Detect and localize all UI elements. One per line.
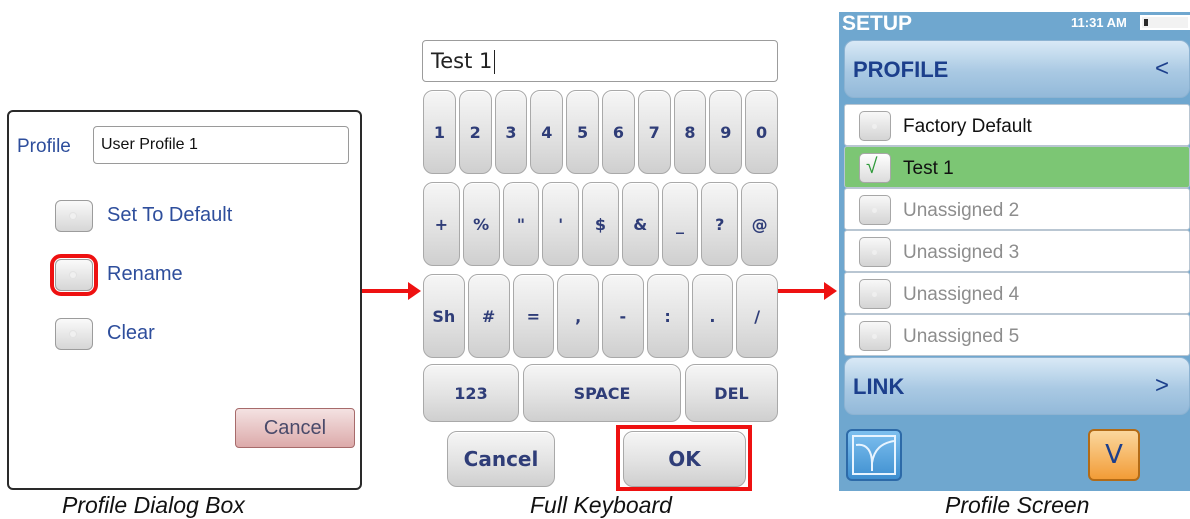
profile-list: Factory Default √ Test 1 Unassigned 2 Unassi…	[844, 104, 1190, 356]
chevron-right-icon: >	[1154, 372, 1169, 399]
key-1-1[interactable]: 1	[423, 90, 456, 174]
keyboard-input-value: Test 1	[431, 49, 493, 73]
key-2-7[interactable]: _	[661, 182, 699, 266]
profile-name-field[interactable]: User Profile 1	[93, 126, 349, 164]
key-3-7[interactable]: .	[691, 274, 734, 358]
clock: 11:31 AM	[1071, 15, 1127, 30]
key-del[interactable]: DEL	[685, 364, 778, 422]
rename-checkbox[interactable]	[50, 254, 98, 296]
text-caret	[494, 50, 496, 74]
profile-list-item[interactable]: Unassigned 2	[844, 188, 1190, 230]
arrow-right-icon	[778, 282, 837, 300]
key-3-3[interactable]: =	[512, 274, 555, 358]
key-3-5[interactable]: -	[602, 274, 644, 358]
key-1-6[interactable]: 6	[602, 90, 635, 174]
trace-icon	[852, 435, 896, 475]
caption-full-keyboard: Full Keyboard	[530, 492, 672, 518]
profile-checkbox[interactable]	[859, 195, 891, 225]
expand-down-button[interactable]: V	[1088, 429, 1140, 481]
key-2-3[interactable]: "	[502, 182, 540, 266]
chevron-left-icon: <	[1154, 55, 1169, 82]
profile-checkbox[interactable]	[859, 321, 891, 351]
key-1-5[interactable]: 5	[566, 90, 599, 174]
key-2-8[interactable]: ?	[701, 182, 739, 266]
checkmark-icon: √	[866, 155, 878, 178]
key-2-9[interactable]: @	[741, 182, 778, 266]
profile-screen: SETUP 11:31 AM PROFILE < Factory Default…	[839, 12, 1190, 491]
set-to-default-label: Set To Default	[107, 204, 233, 226]
key-3-8[interactable]: /	[736, 274, 778, 358]
profile-list-item[interactable]: Unassigned 4	[844, 272, 1190, 314]
keyboard-ok-button[interactable]: OK	[623, 431, 746, 487]
key-1-9[interactable]: 9	[709, 90, 743, 174]
set-to-default-checkbox[interactable]	[55, 200, 93, 232]
key-1-2[interactable]: 2	[458, 90, 492, 174]
key-1-3[interactable]: 3	[494, 90, 528, 174]
profile-section-bar[interactable]: PROFILE <	[844, 40, 1190, 98]
key-space[interactable]: SPACE	[523, 364, 681, 422]
profile-list-item[interactable]: Factory Default	[844, 104, 1190, 146]
profile-checkbox[interactable]: √	[859, 153, 891, 183]
profile-item-label: Unassigned 5	[903, 326, 1020, 347]
profile-list-item[interactable]: Unassigned 5	[844, 314, 1190, 356]
profile-item-label: Unassigned 3	[903, 242, 1020, 263]
dialog-cancel-button[interactable]: Cancel	[235, 408, 355, 448]
key-2-6[interactable]: &	[621, 182, 659, 266]
profile-checkbox[interactable]	[859, 279, 891, 309]
key-1-4[interactable]: 4	[530, 90, 564, 174]
key-3-1[interactable]: Sh	[423, 274, 465, 358]
key-2-1[interactable]: +	[423, 182, 460, 266]
trace-view-button[interactable]	[846, 429, 902, 481]
profile-item-label: Unassigned 2	[903, 200, 1020, 221]
arrow-right-icon	[362, 282, 421, 300]
key-1-10[interactable]: 0	[745, 90, 778, 174]
key-3-2[interactable]: #	[467, 274, 510, 358]
rename-label: Rename	[107, 263, 183, 285]
key-3-6[interactable]: :	[646, 274, 689, 358]
clear-checkbox[interactable]	[55, 318, 93, 350]
key-1-8[interactable]: 8	[673, 90, 707, 174]
profile-checkbox[interactable]	[859, 237, 891, 267]
keyboard-cancel-button[interactable]: Cancel	[447, 431, 555, 487]
profile-section-label: PROFILE	[853, 57, 949, 82]
key-1-7[interactable]: 7	[637, 90, 671, 174]
battery-icon	[1140, 15, 1190, 30]
key-2-2[interactable]: %	[462, 182, 500, 266]
profile-list-item[interactable]: Unassigned 3	[844, 230, 1190, 272]
link-section-bar[interactable]: LINK >	[844, 357, 1190, 415]
profile-dialog: Profile User Profile 1 Set To Default Re…	[7, 110, 362, 490]
clear-label: Clear	[107, 322, 155, 344]
profile-item-label: Test 1	[903, 158, 954, 179]
screen-title: SETUP	[842, 12, 913, 35]
keyboard-text-input[interactable]: Test 1	[422, 40, 778, 82]
profile-label: Profile	[17, 136, 71, 157]
profile-item-label: Unassigned 4	[903, 284, 1020, 305]
key-3-4[interactable]: ,	[557, 274, 599, 358]
key-123[interactable]: 123	[423, 364, 519, 422]
profile-checkbox[interactable]	[859, 111, 891, 141]
key-2-4[interactable]: '	[542, 182, 580, 266]
profile-list-item[interactable]: √ Test 1	[844, 146, 1190, 188]
link-section-label: LINK	[853, 374, 905, 399]
profile-item-label: Factory Default	[903, 116, 1032, 137]
caption-profile-screen: Profile Screen	[945, 492, 1090, 518]
caption-profile-dialog: Profile Dialog Box	[62, 492, 245, 518]
key-2-5[interactable]: $	[582, 182, 619, 266]
